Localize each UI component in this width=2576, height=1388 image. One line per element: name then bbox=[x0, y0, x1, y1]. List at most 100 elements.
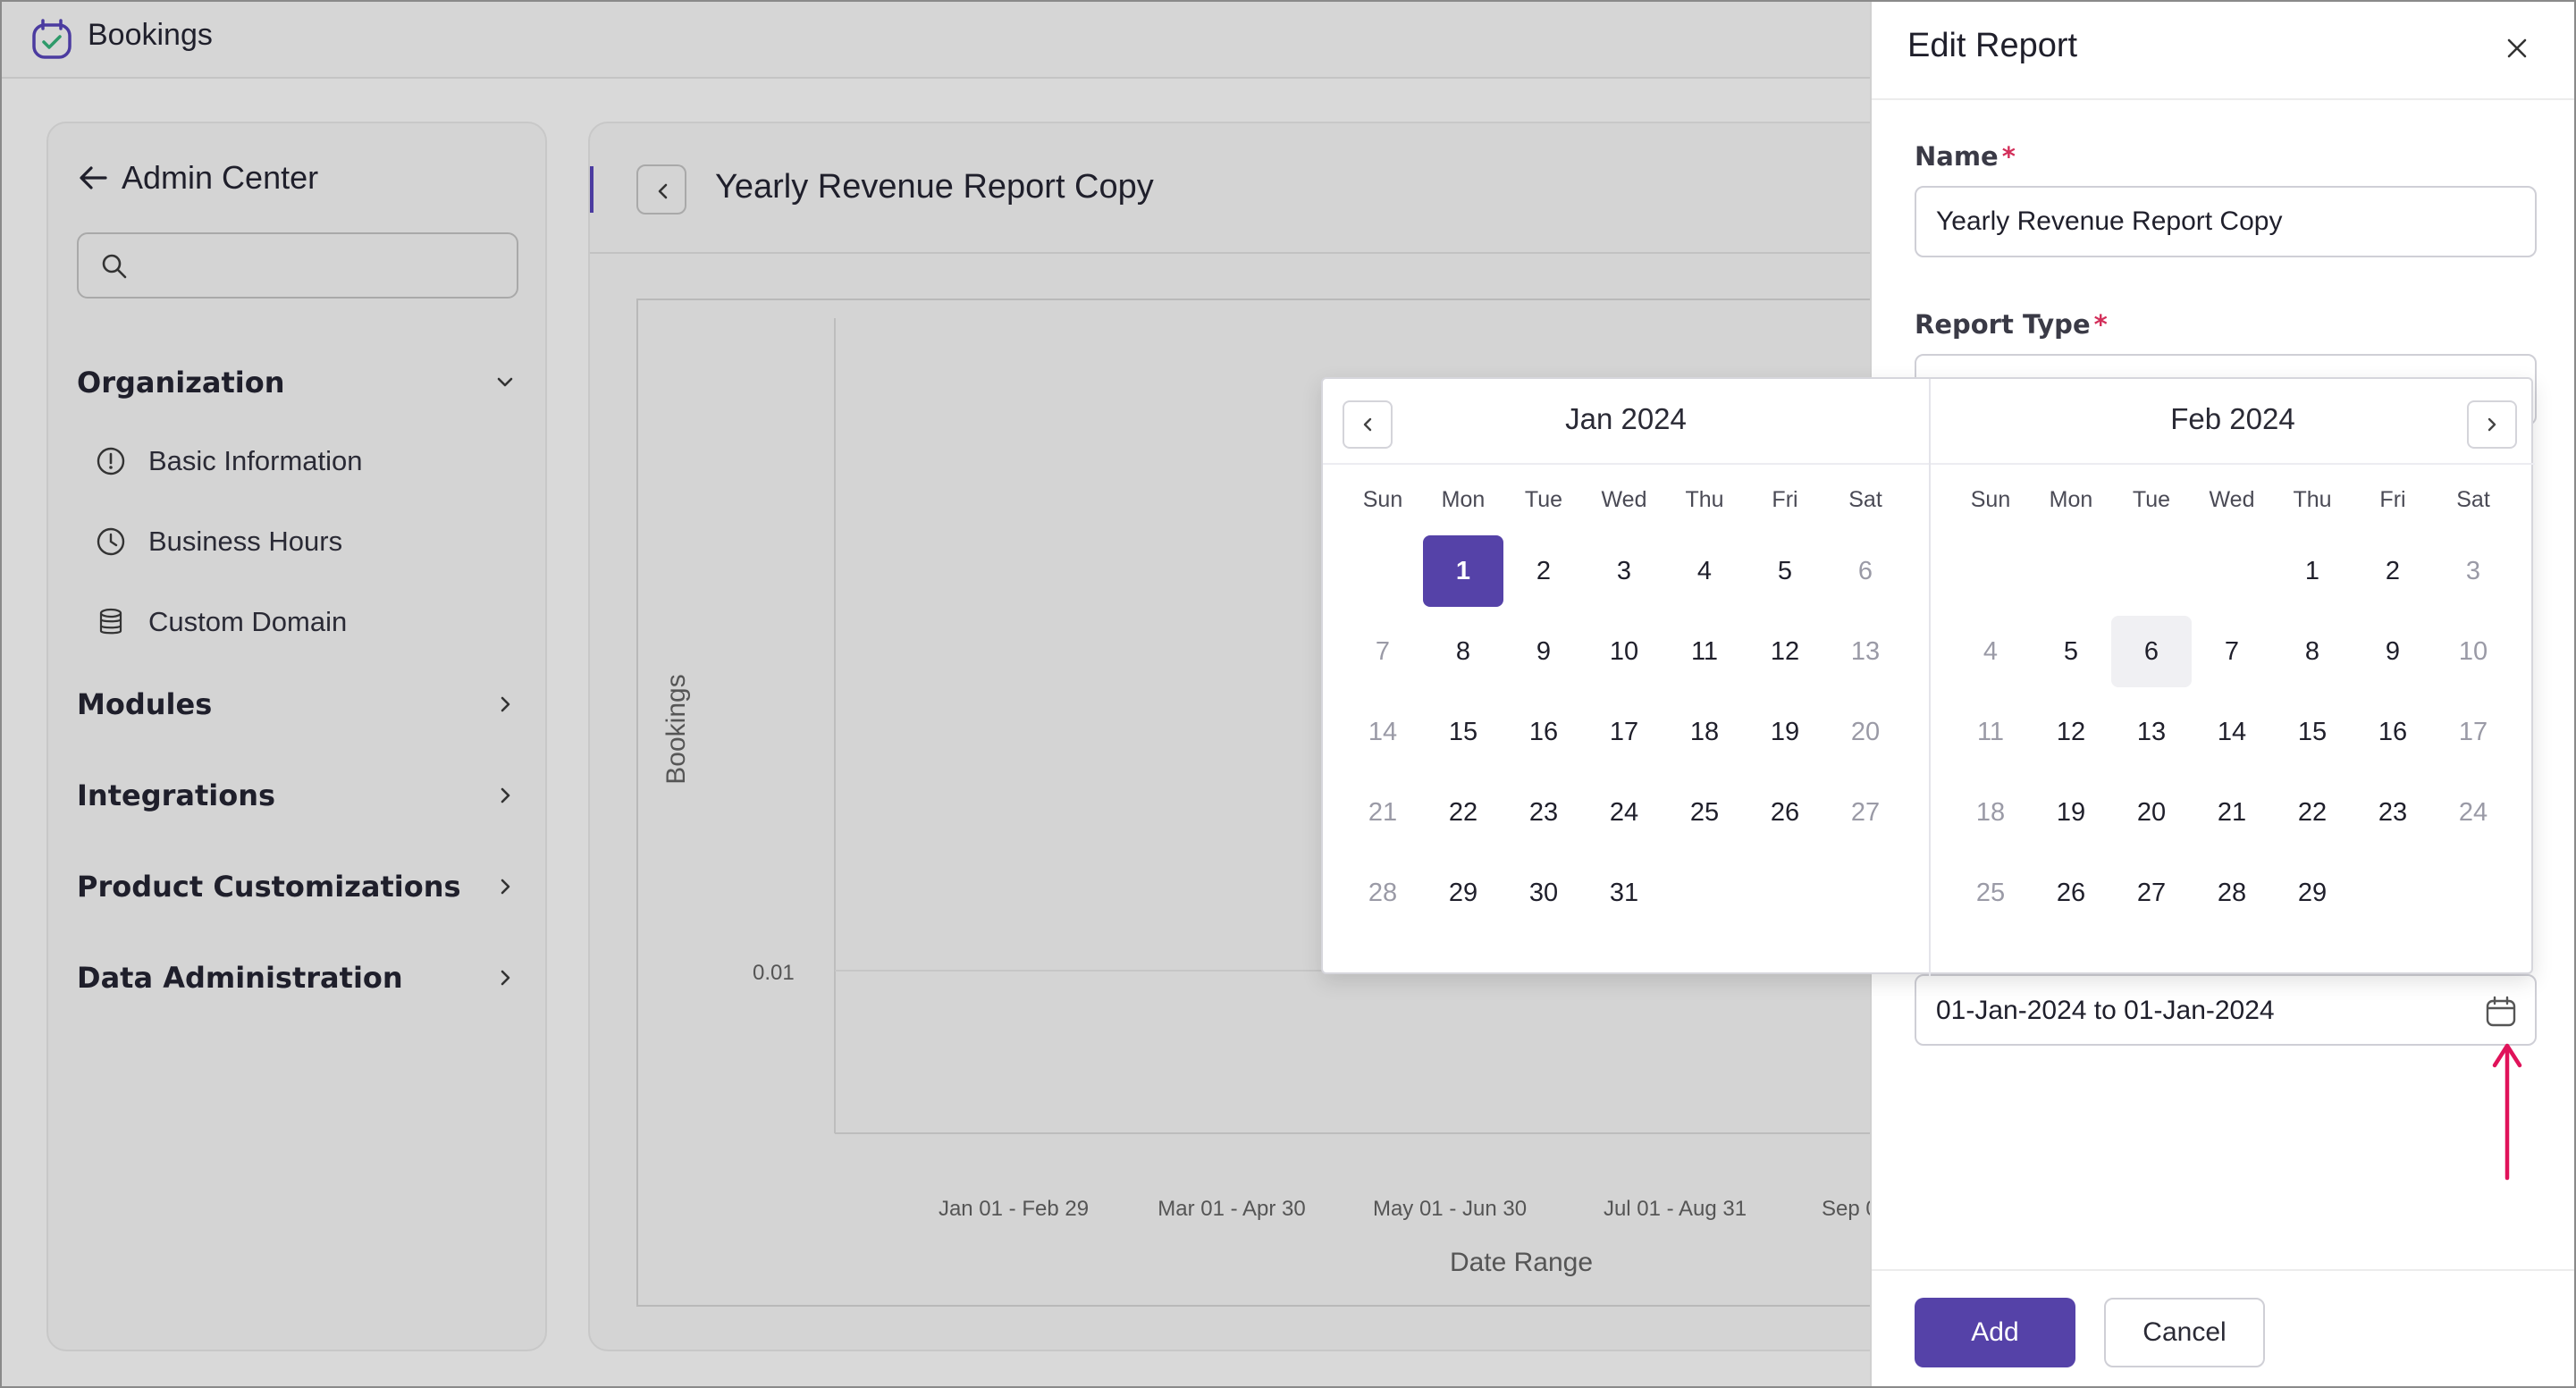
calendar-day[interactable]: 28 bbox=[2192, 857, 2272, 929]
calendar-day[interactable]: 5 bbox=[1745, 535, 1825, 607]
weekday-label: Thu bbox=[2293, 486, 2332, 512]
calendar-day[interactable]: 9 bbox=[1503, 616, 1584, 687]
report-name-input[interactable] bbox=[1915, 186, 2537, 257]
sidebar-section-product-customizations[interactable]: Product Customizations bbox=[77, 860, 518, 913]
calendar-day[interactable]: 14 bbox=[1343, 696, 1423, 768]
calendar-day[interactable]: 7 bbox=[1343, 616, 1423, 687]
sidebar-section-integrations[interactable]: Integrations bbox=[77, 769, 518, 822]
sidebar-item-basic-information[interactable]: Basic Information bbox=[95, 436, 363, 486]
sidebar-section-organization[interactable]: Organization bbox=[77, 356, 518, 409]
cancel-button[interactable]: Cancel bbox=[2104, 1298, 2265, 1367]
calendar-day[interactable]: 13 bbox=[2111, 696, 2192, 768]
calendar-day[interactable]: 4 bbox=[1664, 535, 1745, 607]
sidebar-section-modules[interactable]: Modules bbox=[77, 677, 518, 731]
calendar-day[interactable]: 15 bbox=[1423, 696, 1503, 768]
calendar-day[interactable]: 22 bbox=[1423, 777, 1503, 848]
calendar-day[interactable]: 18 bbox=[1664, 696, 1745, 768]
back-to-admin-center[interactable]: Admin Center bbox=[77, 159, 318, 197]
calendar-day[interactable]: 11 bbox=[1950, 696, 2031, 768]
calendar-day-selected[interactable]: 1 bbox=[1423, 535, 1503, 607]
screen: Bookings Admin Center Organization Basic… bbox=[0, 0, 2576, 1388]
calendar-day[interactable]: 4 bbox=[1950, 616, 2031, 687]
calendar-day-highlighted[interactable]: 6 bbox=[2111, 616, 2192, 687]
weekday-header-row: Sun Mon Tue Wed Thu Fri Sat bbox=[1950, 468, 2515, 531]
calendar-day[interactable]: 19 bbox=[1745, 696, 1825, 768]
drawer-footer-divider bbox=[1872, 1269, 2574, 1271]
calendar-day[interactable]: 22 bbox=[2272, 777, 2353, 848]
calendar-empty-cell bbox=[1745, 857, 1825, 929]
calendar-day[interactable]: 23 bbox=[1503, 777, 1584, 848]
calendar-day[interactable]: 8 bbox=[1423, 616, 1503, 687]
calendar-day[interactable]: 10 bbox=[2433, 616, 2513, 687]
calendar-header: Jan 2024 bbox=[1323, 379, 1929, 465]
date-range-input[interactable]: 01-Jan-2024 to 01-Jan-2024 bbox=[1915, 974, 2537, 1046]
calendar-day[interactable]: 12 bbox=[2031, 696, 2111, 768]
calendar-day[interactable]: 12 bbox=[1745, 616, 1825, 687]
calendar-day[interactable]: 26 bbox=[2031, 857, 2111, 929]
sidebar-item-business-hours[interactable]: Business Hours bbox=[95, 517, 342, 567]
calendar-day[interactable]: 2 bbox=[2353, 535, 2433, 607]
sidebar-search-input[interactable] bbox=[77, 232, 518, 299]
chevron-right-icon bbox=[501, 696, 510, 712]
calendar-day[interactable]: 28 bbox=[1343, 857, 1423, 929]
calendar-day[interactable]: 14 bbox=[2192, 696, 2272, 768]
calendar-day[interactable]: 17 bbox=[2433, 696, 2513, 768]
calendar-day[interactable]: 3 bbox=[1584, 535, 1664, 607]
calendar-day[interactable]: 9 bbox=[2353, 616, 2433, 687]
next-month-button[interactable] bbox=[2467, 400, 2517, 449]
calendar-day[interactable]: 16 bbox=[1503, 696, 1584, 768]
calendar-day[interactable]: 17 bbox=[1584, 696, 1664, 768]
calendar-day[interactable]: 15 bbox=[2272, 696, 2353, 768]
calendar-day[interactable]: 21 bbox=[1343, 777, 1423, 848]
x-tick-label: May 01 - Jun 30 bbox=[1373, 1197, 1527, 1221]
calendar-day[interactable]: 1 bbox=[2272, 535, 2353, 607]
calendar-day[interactable]: 29 bbox=[1423, 857, 1503, 929]
calendar-day[interactable]: 11 bbox=[1664, 616, 1745, 687]
calendar-day[interactable]: 5 bbox=[2031, 616, 2111, 687]
report-title: Yearly Revenue Report Copy bbox=[715, 168, 1154, 206]
weekday-label: Fri bbox=[1772, 486, 1798, 512]
y-axis-label: Bookings bbox=[661, 674, 691, 784]
date-range-value: 01-Jan-2024 to 01-Jan-2024 bbox=[1936, 996, 2275, 1025]
report-type-field-label: Report Type * bbox=[1915, 309, 2108, 340]
calendar-day[interactable]: 24 bbox=[2433, 777, 2513, 848]
calendar-day[interactable]: 20 bbox=[1825, 696, 1906, 768]
calendar-week-row: 25 26 27 28 29 bbox=[1950, 853, 2515, 933]
calendar-day[interactable]: 23 bbox=[2353, 777, 2433, 848]
chevron-down-icon bbox=[497, 377, 513, 387]
month-title: Jan 2024 bbox=[1565, 402, 1687, 435]
sidebar-section-label: Product Customizations bbox=[77, 870, 461, 904]
calendar-day[interactable]: 29 bbox=[2272, 857, 2353, 929]
calendar-day[interactable]: 19 bbox=[2031, 777, 2111, 848]
calendar-day[interactable]: 24 bbox=[1584, 777, 1664, 848]
calendar-day[interactable]: 25 bbox=[1950, 857, 2031, 929]
calendar-day[interactable]: 8 bbox=[2272, 616, 2353, 687]
calendar-day[interactable]: 7 bbox=[2192, 616, 2272, 687]
report-back-button[interactable] bbox=[636, 164, 686, 215]
calendar-day[interactable]: 10 bbox=[1584, 616, 1664, 687]
y-tick-label: 0.01 bbox=[753, 961, 795, 985]
calendar-day[interactable]: 25 bbox=[1664, 777, 1745, 848]
calendar-day[interactable]: 6 bbox=[1825, 535, 1906, 607]
calendar-day[interactable]: 16 bbox=[2353, 696, 2433, 768]
calendar-day[interactable]: 13 bbox=[1825, 616, 1906, 687]
x-tick-label: Jul 01 - Aug 31 bbox=[1604, 1197, 1747, 1221]
calendar-week-row: 18 19 20 21 22 23 24 bbox=[1950, 772, 2515, 853]
weekday-label: Wed bbox=[2209, 486, 2255, 512]
close-icon[interactable] bbox=[2501, 32, 2533, 64]
calendar-day[interactable]: 20 bbox=[2111, 777, 2192, 848]
calendar-day[interactable]: 3 bbox=[2433, 535, 2513, 607]
sidebar-section-data-administration[interactable]: Data Administration bbox=[77, 951, 518, 1005]
chevron-right-icon bbox=[2488, 417, 2496, 432]
calendar-day[interactable]: 27 bbox=[2111, 857, 2192, 929]
sidebar-item-custom-domain[interactable]: Custom Domain bbox=[95, 597, 347, 647]
add-button[interactable]: Add bbox=[1915, 1298, 2075, 1367]
calendar-day[interactable]: 21 bbox=[2192, 777, 2272, 848]
calendar-day[interactable]: 31 bbox=[1584, 857, 1664, 929]
calendar-day[interactable]: 26 bbox=[1745, 777, 1825, 848]
calendar-day[interactable]: 2 bbox=[1503, 535, 1584, 607]
calendar-day[interactable]: 30 bbox=[1503, 857, 1584, 929]
calendar-day[interactable]: 27 bbox=[1825, 777, 1906, 848]
calendar-icon[interactable] bbox=[2483, 994, 2519, 1030]
calendar-day[interactable]: 18 bbox=[1950, 777, 2031, 848]
